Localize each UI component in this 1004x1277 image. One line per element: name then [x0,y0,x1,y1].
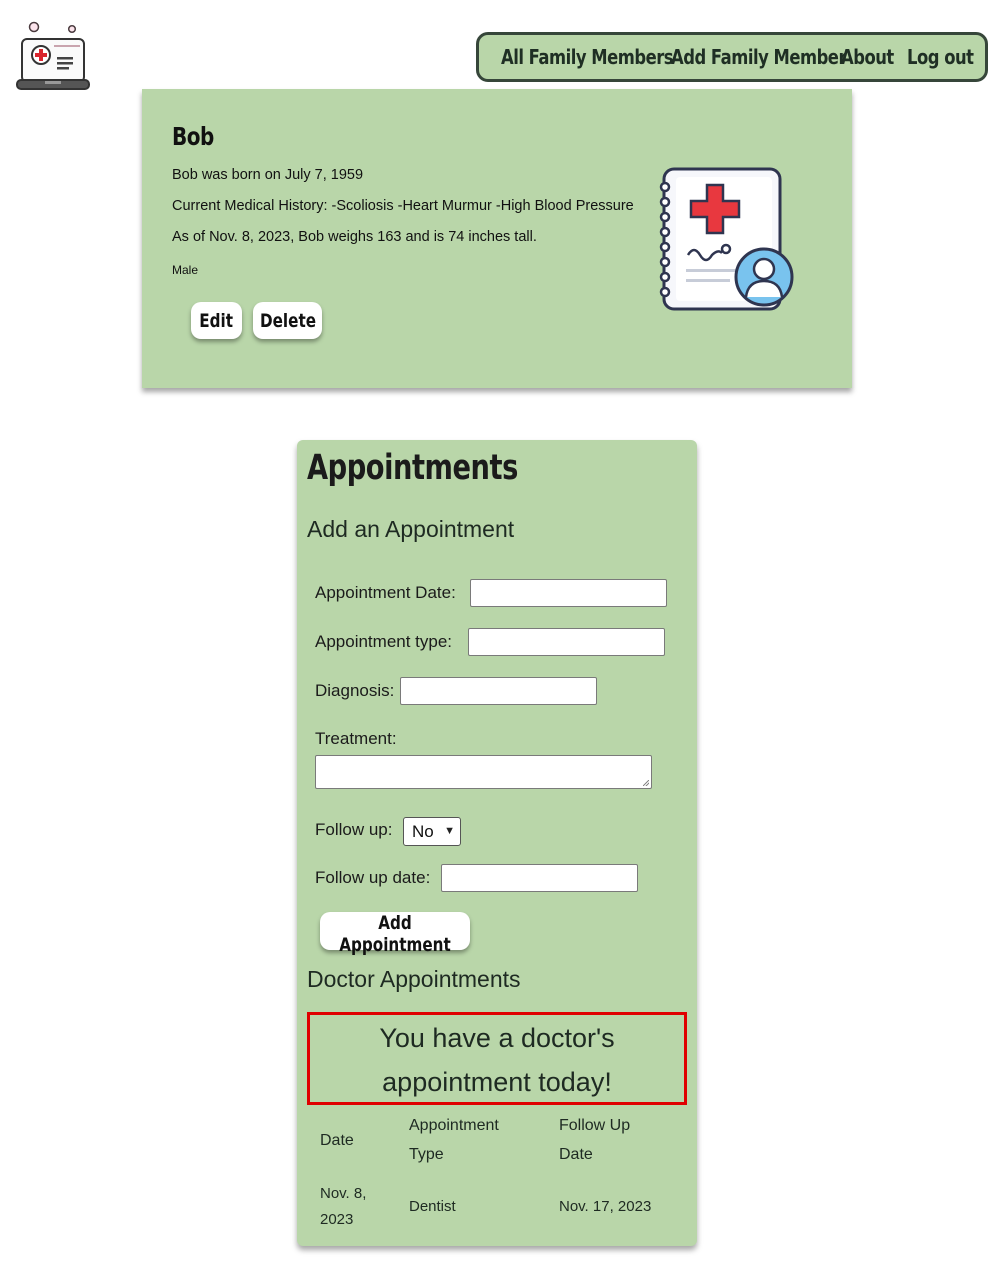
header-follow-line-2: Date [559,1146,593,1163]
follow-up-date-input[interactable] [441,864,638,892]
delete-button-label: Delete [260,309,317,332]
column-header-appointment-type: Appointment Type [409,1108,559,1172]
treatment-textarea[interactable] [315,755,652,789]
follow-up-selected-value: No [412,822,434,841]
follow-up-select[interactable]: No ▼ [403,817,461,846]
cell-follow-up-date: Nov. 17, 2023 [559,1198,652,1215]
diagnosis-input[interactable] [400,677,597,705]
header-follow-line-1: Follow Up [559,1117,631,1134]
cell-date: Nov. 8, 2023 [311,1172,409,1242]
cell-date-line-2: 2023 [320,1211,354,1228]
appointment-date-label: Appointment Date: [315,583,456,602]
follow-up-label: Follow up: [315,820,393,839]
alert-line-1: You have a doctor's [379,1023,615,1053]
birth-date-text: Bob was born on July 7, 1959 [172,167,364,183]
diagnosis-label: Diagnosis: [315,681,395,700]
edit-button[interactable]: Edit [191,302,242,339]
main-nav: All Family Members Add Family Member Abo… [476,32,988,82]
table-row: Nov. 8, 2023 Dentist Nov. 17, 2023 [311,1172,689,1242]
family-member-card: Bob Bob was born on July 7, 1959 Current… [142,89,852,388]
header-type-line-1: Appointment [409,1117,499,1134]
medical-history-text: Current Medical History: -Scoliosis -Hea… [172,198,634,214]
appointment-today-alert: You have a doctor's appointment today! [307,1012,687,1105]
nav-add-family-member[interactable]: Add Family Member [671,45,847,69]
appointments-card: Appointments Add an Appointment Appointm… [297,440,697,1246]
cell-appointment-type: Dentist [409,1198,456,1215]
cell-date-line-1: Nov. 8, [320,1185,367,1202]
appointments-table: Date Appointment Type Follow Up Date Nov… [311,1108,689,1242]
alert-line-2: appointment today! [382,1067,612,1097]
edit-button-label: Edit [199,309,234,332]
header-date-text: Date [320,1131,354,1149]
logo-medical-laptop-icon[interactable] [14,18,92,94]
header-type-line-2: Type [409,1146,444,1163]
add-appointment-button-label: Add Appointment [339,912,451,956]
nav-log-out[interactable]: Log out [907,45,974,69]
appointment-type-label: Appointment type: [315,632,453,651]
table-header-row: Date Appointment Type Follow Up Date [311,1108,689,1172]
doctor-appointments-heading: Doctor Appointments [307,966,521,992]
appointment-type-input[interactable] [468,628,665,656]
treatment-label: Treatment: [315,729,397,748]
weight-height-text: As of Nov. 8, 2023, Bob weighs 163 and i… [172,229,537,245]
appointments-title: Appointments [307,448,518,488]
follow-up-date-label: Follow up date: [315,868,431,887]
add-appointment-button[interactable]: Add Appointment [320,912,470,956]
nav-all-family-members[interactable]: All Family Members [501,45,674,69]
add-appointment-heading: Add an Appointment [307,516,515,542]
sex-text: Male [172,263,199,277]
delete-button[interactable]: Delete [253,302,322,339]
nav-about[interactable]: About [841,45,894,69]
medical-record-icon [650,163,798,313]
appointment-date-input[interactable] [470,579,667,607]
column-header-follow-up-date: Follow Up Date [559,1108,689,1172]
member-name: Bob [172,122,214,151]
column-header-date: Date [311,1108,409,1172]
chevron-down-icon: ▼ [444,825,455,837]
